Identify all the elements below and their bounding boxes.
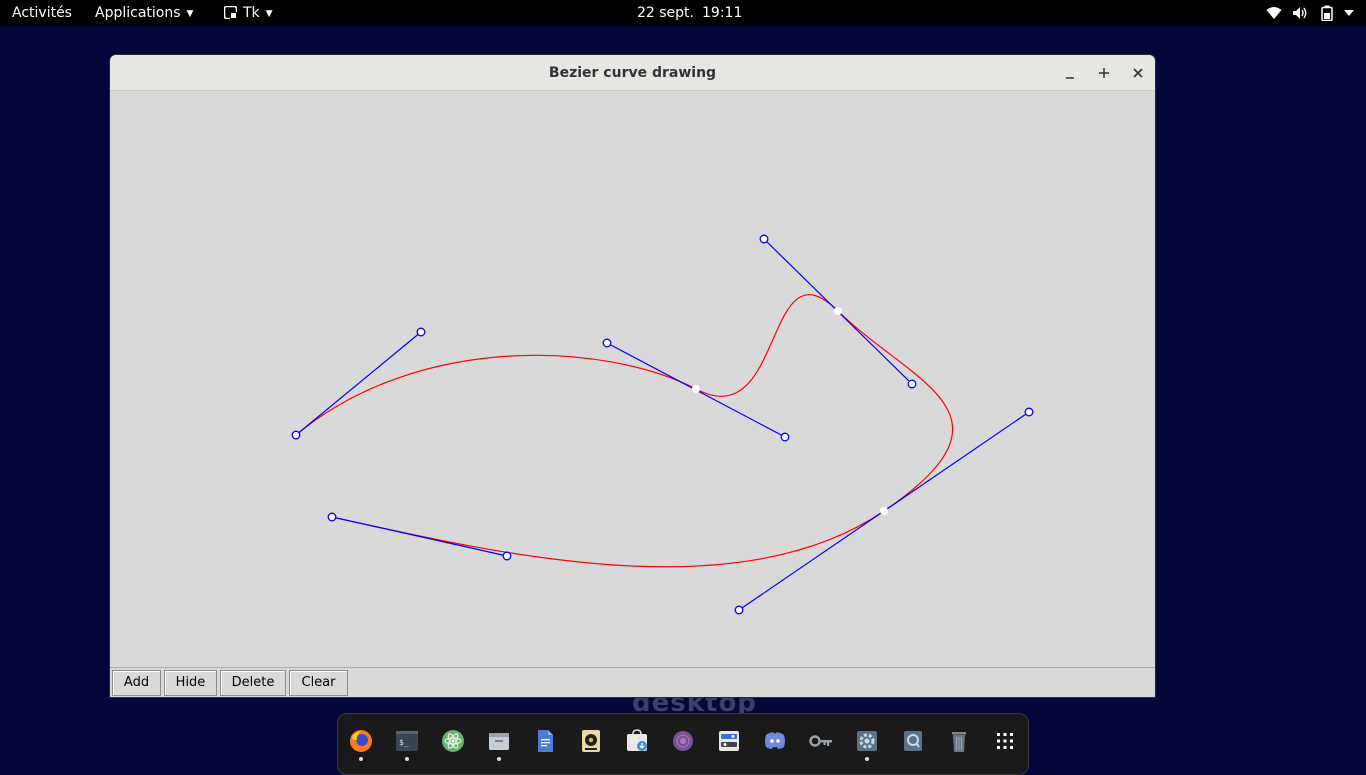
clock[interactable]: 22 sept. 19:11 (637, 0, 742, 26)
control-point[interactable] (327, 512, 337, 522)
handle-line (331, 516, 508, 557)
settings-panel-icon[interactable] (716, 728, 742, 754)
window-titlebar[interactable]: Bezier curve drawing (110, 55, 1155, 91)
anchor-point[interactable] (880, 507, 888, 515)
text-editor-icon[interactable] (532, 728, 558, 754)
system-settings-icon[interactable] (854, 728, 880, 754)
bezier-curve (295, 294, 954, 568)
control-point[interactable] (759, 234, 769, 244)
control-point[interactable] (1024, 407, 1034, 417)
tk-app-icon (224, 6, 237, 19)
button-bar: Add Hide Delete Clear (110, 667, 1155, 697)
volume-icon (1293, 7, 1307, 19)
minimize-icon[interactable] (1060, 63, 1080, 83)
control-point[interactable] (907, 379, 917, 389)
svg-text:$_: $_ (399, 738, 409, 747)
files-icon[interactable] (486, 728, 512, 754)
app-menu[interactable]: Tk ▼ (224, 0, 273, 26)
clock-time: 19:11 (702, 5, 743, 21)
battery-icon (1321, 5, 1333, 21)
passwords-icon[interactable] (808, 728, 834, 754)
terminal-icon[interactable]: $_ (394, 728, 420, 754)
control-point[interactable] (734, 605, 744, 615)
activities-button[interactable]: Activités (12, 0, 72, 26)
discord-icon[interactable] (762, 728, 788, 754)
software-center-icon[interactable] (624, 728, 650, 754)
app-menu-label: Tk (243, 5, 260, 21)
show-apps-icon[interactable] (992, 728, 1018, 754)
control-point[interactable] (291, 430, 301, 440)
close-icon[interactable] (1128, 63, 1148, 83)
trash-icon[interactable] (946, 728, 972, 754)
power-menu-arrow-icon (1344, 10, 1354, 16)
applications-label: Applications (95, 5, 181, 21)
handle-line (295, 331, 422, 436)
control-point[interactable] (602, 338, 612, 348)
wifi-icon (1266, 7, 1282, 19)
anchor-point[interactable] (834, 307, 842, 315)
anchor-point[interactable] (692, 385, 700, 393)
disk-usage-icon[interactable] (900, 728, 926, 754)
chevron-down-icon: ▼ (265, 9, 273, 19)
drawing-canvas[interactable] (110, 91, 1155, 667)
running-indicator (359, 757, 363, 761)
add-button[interactable]: Add (112, 670, 161, 696)
running-indicator (865, 757, 869, 761)
running-indicator (497, 757, 501, 761)
delete-button[interactable]: Delete (220, 670, 286, 696)
window-title: Bezier curve drawing (548, 65, 717, 81)
running-indicator (405, 757, 409, 761)
top-bar: Activités Applications ▼ Tk ▼ 22 sept. 19:1… (0, 0, 1366, 26)
firefox-icon[interactable] (348, 728, 374, 754)
control-point[interactable] (416, 327, 426, 337)
atom-icon[interactable] (440, 728, 466, 754)
bezier-drawing[interactable] (110, 91, 1155, 667)
maximize-icon[interactable] (1094, 63, 1114, 83)
bezier-window: Bezier curve drawing Add Hide Delete Cle… (110, 55, 1155, 697)
control-point[interactable] (780, 432, 790, 442)
clear-button[interactable]: Clear (289, 670, 348, 696)
applications-menu[interactable]: Applications ▼ (95, 0, 193, 26)
tor-browser-icon[interactable] (670, 728, 696, 754)
rhythmbox-icon[interactable] (578, 728, 604, 754)
system-tray[interactable] (1256, 0, 1366, 26)
clock-date: 22 sept. (637, 5, 694, 21)
chevron-down-icon: ▼ (186, 9, 194, 19)
dock: $_ (337, 713, 1029, 775)
control-point[interactable] (502, 551, 512, 561)
hide-button[interactable]: Hide (164, 670, 217, 696)
